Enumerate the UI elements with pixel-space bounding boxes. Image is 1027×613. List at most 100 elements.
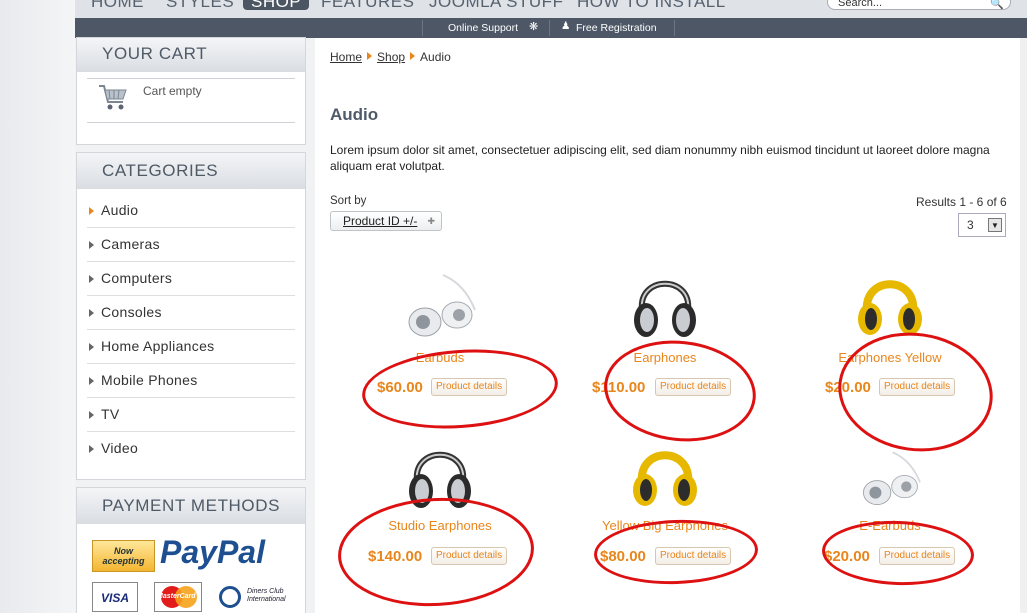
breadcrumb-shop[interactable]: Shop [377,50,405,64]
nav-features[interactable]: FEATURES [321,0,414,12]
page-title: Audio [330,105,379,124]
nav-styles[interactable]: STYLES [166,0,234,12]
cart-body: Cart empty [77,72,305,142]
arrow-right-icon [89,445,94,453]
diners-circle-icon [219,586,241,608]
category-label: Video [101,440,139,456]
category-list: Audio Cameras Computers Consoles Home Ap… [77,189,305,466]
arrow-right-icon [89,241,94,249]
mastercard-logo: MasterCard [154,582,202,612]
product-name[interactable]: Earbuds [330,350,550,365]
page-left-background [0,0,75,613]
payment-logos: Now accepting PayPal VISA MasterCard Din… [77,524,305,613]
product-price: $110.00 [592,379,646,396]
product-details-button[interactable]: Product details [655,378,732,396]
category-description: Lorem ipsum dolor sit amet, consectetuer… [330,143,990,173]
product-price: $60.00 [377,379,423,396]
product-name[interactable]: Yellow Big Earphones [555,518,775,533]
category-home-appliances[interactable]: Home Appliances [87,330,295,364]
sort-arrow-icon: ✚ [427,216,435,226]
nav-how-to-install[interactable]: HOW TO INSTALL [577,0,726,12]
category-mobile-phones[interactable]: Mobile Phones [87,364,295,398]
free-registration-link[interactable]: Free Registration [576,22,657,34]
paypal-accepting-badge: Now accepting [92,540,155,572]
arrow-right-icon [89,207,94,215]
category-label: Home Appliances [101,338,215,354]
visa-logo: VISA [92,582,138,612]
payment-module: PAYMENT METHODS Now accepting PayPal VIS… [76,487,306,613]
product-details-button[interactable]: Product details [879,378,956,396]
product-name[interactable]: Earphones Yellow [780,350,1000,365]
product-details-button[interactable]: Product details [431,547,508,565]
product-price: $80.00 [600,548,646,565]
lifebuoy-icon: ❋ [529,21,539,33]
per-page-select[interactable]: 3 ▼ [958,213,1006,237]
breadcrumb: Home Shop Audio [330,50,451,64]
badge-text: Now accepting [102,546,145,566]
product-card: Earbuds $60.00 Product details [330,255,550,415]
online-support-link[interactable]: Online Support [448,22,518,34]
sort-selected-value: Product ID +/- [343,214,418,228]
page-right-background [1020,38,1027,613]
search-input[interactable]: Search... 🔍 [827,0,1011,10]
product-price: $140.00 [368,548,423,565]
nav-home[interactable]: HOME [91,0,144,12]
search-icon[interactable]: 🔍 [990,0,1004,12]
category-consoles[interactable]: Consoles [87,296,295,330]
silver-headphones-image [409,451,471,508]
per-page-value: 3 [967,218,974,232]
product-card: E-Earbuds $20.00 Product details [780,428,1000,588]
category-tv[interactable]: TV [87,398,295,432]
product-card: Earphones Yellow $20.00 Product details [780,255,1000,415]
product-name[interactable]: Studio Earphones [330,518,550,533]
product-card: Studio Earphones $140.00 Product details [330,428,550,588]
category-label: TV [101,406,120,422]
shopping-cart-icon [99,85,127,110]
cart-module: YOUR CART Cart empty [76,37,306,145]
yellow-headphones-image [858,280,922,335]
category-cameras[interactable]: Cameras [87,228,295,262]
silver-headphones-image [634,280,696,337]
product-name[interactable]: E-Earbuds [780,518,1000,533]
product-name[interactable]: Earphones [555,350,775,365]
category-label: Audio [101,202,139,218]
dropdown-arrow-icon[interactable]: ▼ [988,218,1002,232]
diners-club-logo: Diners Club International [217,582,293,612]
sort-select[interactable]: Product ID +/- ✚ [330,211,442,231]
results-count: Results 1 - 6 of 6 [916,195,1007,209]
search-placeholder: Search... [838,0,883,9]
breadcrumb-arrow-icon [367,52,373,60]
breadcrumb-arrow-icon [410,52,416,60]
nav-joomla-stuff[interactable]: JOOMLA STUFF [429,0,563,12]
category-label: Cameras [101,236,160,252]
product-details-button[interactable]: Product details [879,547,956,565]
visa-text: VISA [100,591,129,605]
paypal-logo: PayPal [160,534,265,570]
cart-title: YOUR CART [77,38,305,72]
product-price: $20.00 [824,548,870,565]
breadcrumb-home[interactable]: Home [330,50,362,64]
product-details-button[interactable]: Product details [431,378,508,396]
breadcrumb-current: Audio [420,50,451,64]
product-card: Earphones $110.00 Product details [555,255,775,415]
category-label: Mobile Phones [101,372,198,388]
divider [422,20,423,36]
mastercard-text: MasterCard [157,593,196,600]
category-computers[interactable]: Computers [87,262,295,296]
white-earbuds-image [863,451,921,505]
diners-text: Diners Club International [247,588,286,603]
nav-shop[interactable]: SHOP [243,0,310,11]
arrow-right-icon [89,377,94,385]
sort-by-label: Sort by [330,195,367,207]
user-icon: ♟ [561,20,571,32]
cart-status: Cart empty [143,84,202,98]
arrow-right-icon [89,411,94,419]
category-audio[interactable]: Audio [87,194,295,228]
category-video[interactable]: Video [87,432,295,466]
arrow-right-icon [89,343,94,351]
yellow-headphones-image [633,451,697,506]
arrow-right-icon [89,309,94,317]
payment-title: PAYMENT METHODS [77,488,305,524]
main-navigation: HOME STYLES SHOP FEATURES JOOMLA STUFF H… [75,0,1027,18]
product-details-button[interactable]: Product details [655,547,732,565]
